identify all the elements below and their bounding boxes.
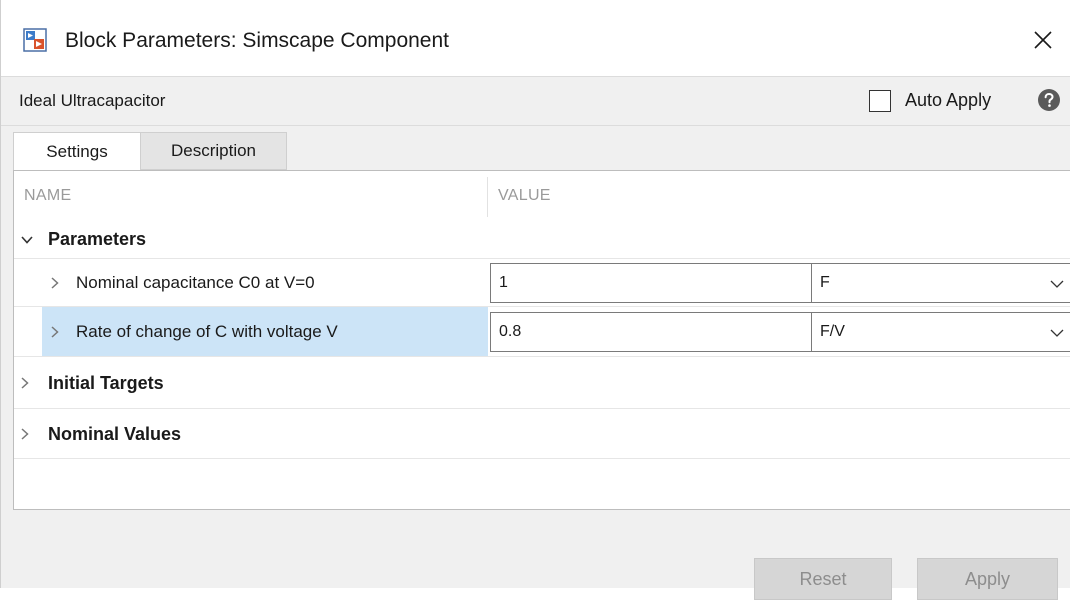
parameter-name: Rate of change of C with voltage V <box>76 322 338 341</box>
unit-value: F <box>820 274 830 291</box>
capacitance-unit-select[interactable]: F <box>811 263 1070 303</box>
parameter-table: NAME VALUE Parameters Nominal capacitanc… <box>13 170 1070 510</box>
close-button[interactable] <box>1021 20 1065 60</box>
block-parameters-dialog: Block Parameters: Simscape Component Ide… <box>0 0 1070 600</box>
parameter-name-cell[interactable]: Nominal capacitance C0 at V=0 <box>42 259 488 306</box>
auto-apply-checkbox[interactable] <box>869 90 891 112</box>
chevron-down-icon <box>1050 329 1064 337</box>
chevron-right-icon[interactable] <box>48 276 62 290</box>
parameter-name-cell[interactable]: Rate of change of C with voltage V <box>42 307 488 356</box>
chevron-down-icon[interactable] <box>20 233 34 247</box>
unit-value: F/V <box>820 323 845 340</box>
help-icon[interactable] <box>1037 88 1061 112</box>
group-label: Parameters <box>48 229 147 249</box>
chevron-right-icon[interactable] <box>18 427 32 441</box>
apply-button[interactable]: Apply <box>917 558 1058 600</box>
simulink-block-icon <box>23 28 47 52</box>
rate-value-input[interactable]: 0.8 <box>490 312 812 352</box>
column-header-value: VALUE <box>498 187 551 204</box>
group-row-parameters[interactable]: Parameters <box>14 221 1070 259</box>
auto-apply-label[interactable]: Auto Apply <box>905 90 991 111</box>
tab-description[interactable]: Description <box>141 132 287 170</box>
chevron-right-icon[interactable] <box>48 325 62 339</box>
reset-button[interactable]: Reset <box>754 558 892 600</box>
column-divider <box>487 177 488 217</box>
parameter-name: Nominal capacitance C0 at V=0 <box>76 273 315 292</box>
capacitance-value-input[interactable]: 1 <box>490 263 812 303</box>
rate-unit-select[interactable]: F/V <box>811 312 1070 352</box>
parameter-row: Nominal capacitance C0 at V=0 1 F <box>14 259 1070 307</box>
window-title: Block Parameters: Simscape Component <box>65 29 449 52</box>
column-header-name: NAME <box>24 187 72 204</box>
group-row-initial-targets[interactable]: Initial Targets <box>14 357 1070 409</box>
chevron-right-icon[interactable] <box>18 376 32 390</box>
group-row-nominal-values[interactable]: Nominal Values <box>14 409 1070 459</box>
block-name: Ideal Ultracapacitor <box>19 91 166 110</box>
tab-settings[interactable]: Settings <box>13 132 141 170</box>
parameter-row: Rate of change of C with voltage V 0.8 F… <box>14 307 1070 357</box>
close-icon <box>1034 31 1052 49</box>
block-header: Ideal Ultracapacitor Auto Apply <box>1 76 1070 126</box>
title-bar: Block Parameters: Simscape Component <box>1 0 1070 76</box>
group-label: Initial Targets <box>48 373 164 393</box>
group-label: Nominal Values <box>48 424 182 444</box>
chevron-down-icon <box>1050 280 1064 288</box>
